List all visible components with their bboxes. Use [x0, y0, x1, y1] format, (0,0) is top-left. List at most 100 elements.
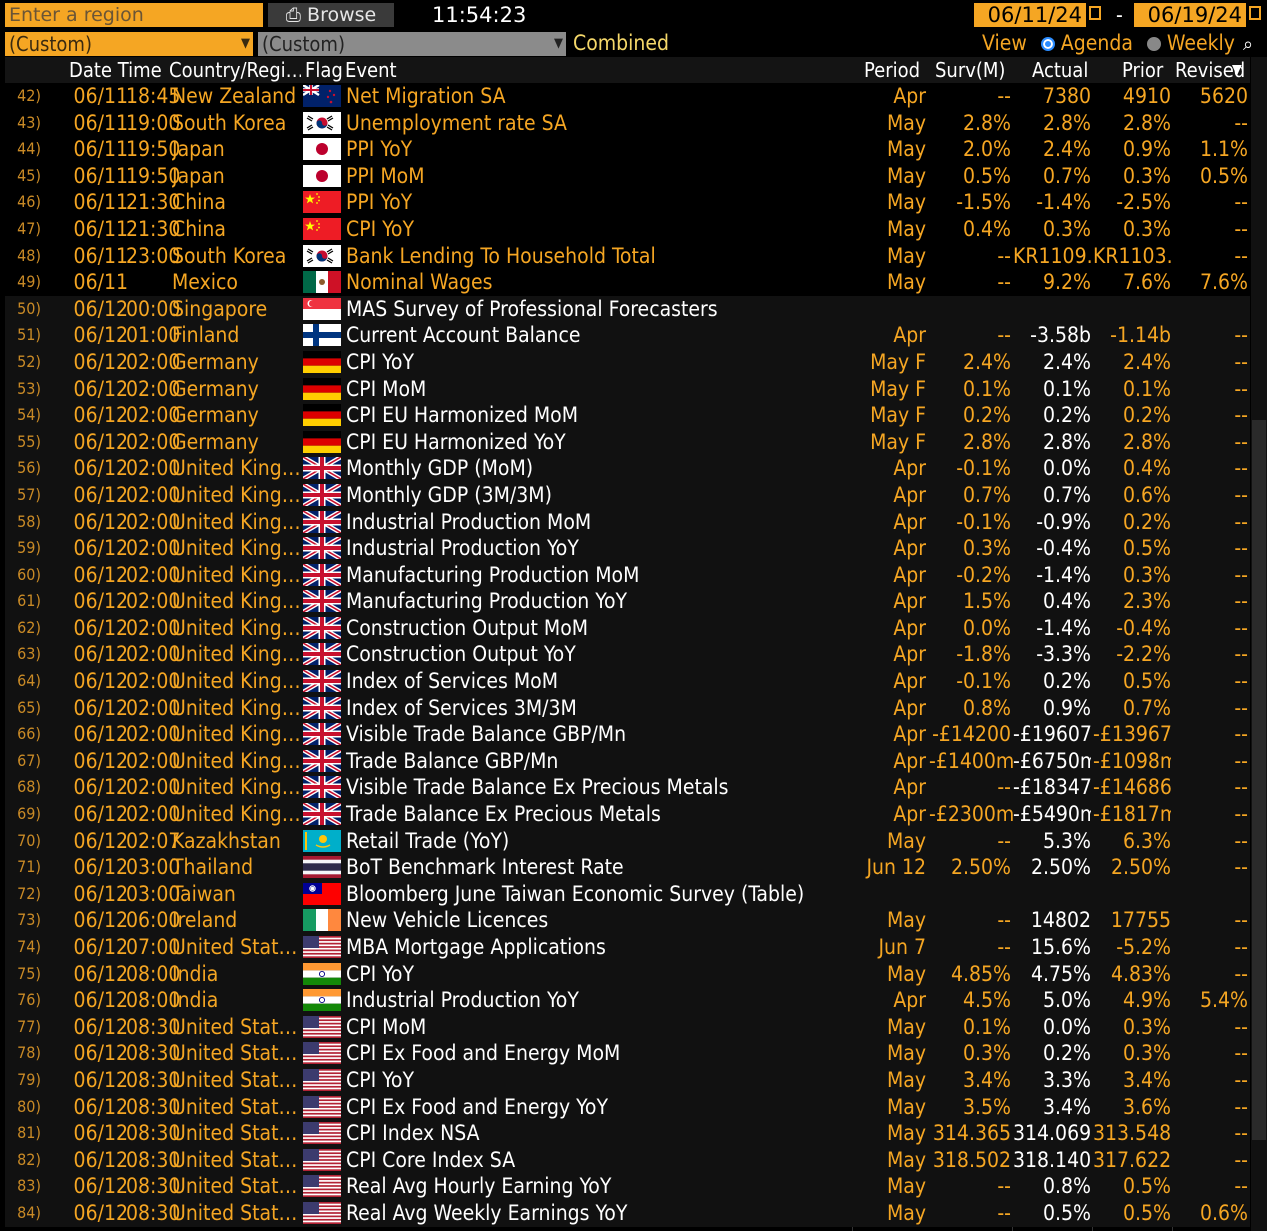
event-name[interactable]: CPI YoY	[346, 216, 414, 243]
col-date-time[interactable]: Date Time	[69, 57, 162, 83]
col-actual[interactable]: Actual	[1032, 57, 1088, 83]
col-period[interactable]: Period	[864, 57, 920, 83]
col-flag[interactable]: Flag	[305, 57, 343, 83]
event-name[interactable]: Manufacturing Production YoY	[346, 588, 627, 615]
table-row[interactable]: 70) 06/12 02:07 Kazakhstan Retail Trade (YoY…	[5, 827, 1250, 855]
browse-button[interactable]: ⎙ Browse	[268, 3, 394, 27]
region-search-input[interactable]	[5, 3, 263, 27]
event-name[interactable]: Industrial Production YoY	[346, 535, 579, 562]
event-name[interactable]: CPI YoY	[346, 1067, 414, 1094]
event-name[interactable]: PPI YoY	[346, 189, 412, 216]
table-row[interactable]: 69) 06/12 02:00 United King… Trade Balance E…	[5, 801, 1250, 828]
event-name[interactable]: Nominal Wages	[346, 269, 493, 296]
event-name[interactable]: CPI Ex Food and Energy YoY	[346, 1094, 608, 1121]
table-row[interactable]: 55) 06/12 02:00 Germany CPI EU Harmonized Yo…	[5, 428, 1250, 456]
event-name[interactable]: Industrial Production YoY	[346, 987, 579, 1014]
event-name[interactable]: CPI MoM	[346, 1014, 426, 1041]
scrollbar-thumb[interactable]	[1252, 420, 1266, 1140]
table-row[interactable]: 49) 06/11 Mexico Nominal Wages May -- 9.2% 7.6%…	[5, 269, 1250, 296]
event-name[interactable]: Unemployment rate SA	[346, 110, 567, 137]
weekly-radio[interactable]	[1146, 36, 1161, 51]
col-prior[interactable]: Prior	[1122, 57, 1163, 83]
table-row[interactable]: 46) 06/11 21:30 China PPI YoY May -1.5% -1.4% -2…	[5, 189, 1250, 216]
event-name[interactable]: CPI Core Index SA	[346, 1147, 515, 1174]
table-row[interactable]: 81) 06/12 08:30 United Stat… CPI Index NSA Ma…	[5, 1120, 1250, 1147]
event-name[interactable]: CPI EU Harmonized YoY	[346, 429, 566, 456]
table-row[interactable]: 73) 06/12 06:00 Ireland New Vehicle Licences…	[5, 907, 1250, 934]
event-name[interactable]: Bloomberg June Taiwan Economic Survey (T…	[346, 881, 804, 908]
col-surv[interactable]: Surv(M)	[935, 57, 1005, 83]
table-row[interactable]: 64) 06/12 02:00 United King… Index of Servic…	[5, 668, 1250, 695]
agenda-label[interactable]: Agenda	[1061, 31, 1133, 55]
event-name[interactable]: Net Migration SA	[346, 83, 506, 110]
event-name[interactable]: Current Account Balance	[346, 322, 580, 349]
table-row[interactable]: 71) 06/12 03:00 Thailand BoT Benchmark Inter…	[5, 854, 1250, 881]
table-row[interactable]: 56) 06/12 02:00 United King… Monthly GDP (Mo…	[5, 455, 1250, 482]
table-row[interactable]: 50) 06/12 00:00 Singapore MAS Survey of Prof…	[5, 295, 1250, 323]
event-name[interactable]: Industrial Production MoM	[346, 509, 591, 536]
table-row[interactable]: 76) 06/12 08:00 India Industrial Production …	[5, 987, 1250, 1014]
col-country[interactable]: Country/Regi…	[169, 57, 301, 83]
event-filter-select[interactable]: (Custom) ▼	[258, 32, 566, 56]
calendar-icon[interactable]	[1089, 6, 1101, 20]
table-row[interactable]: 77) 06/12 08:30 United Stat… CPI MoM May 0.1% 0…	[5, 1013, 1250, 1041]
table-row[interactable]: 43) 06/11 19:00 South Korea Unemployment rat…	[5, 109, 1250, 137]
table-row[interactable]: 63) 06/12 02:00 United King… Construction Ou…	[5, 641, 1250, 669]
event-name[interactable]: MBA Mortgage Applications	[346, 934, 606, 961]
table-row[interactable]: 62) 06/12 02:00 United King… Construction Ou…	[5, 614, 1250, 642]
table-row[interactable]: 80) 06/12 08:30 United Stat… CPI Ex Food and…	[5, 1093, 1250, 1121]
calendar-icon[interactable]	[1249, 6, 1261, 20]
table-row[interactable]: 79) 06/12 08:30 United Stat… CPI YoY May 3.4% 3…	[5, 1066, 1250, 1094]
table-row[interactable]: 65) 06/12 02:00 United King… Index of Servic…	[5, 694, 1250, 722]
event-name[interactable]: Retail Trade (YoY)	[346, 828, 509, 855]
table-row[interactable]: 60) 06/12 02:00 United King… Manufacturing P…	[5, 561, 1250, 589]
event-name[interactable]: CPI Index NSA	[346, 1120, 480, 1147]
end-date-field[interactable]: 06/19/24	[1134, 3, 1246, 27]
table-row[interactable]: 57) 06/12 02:00 United King… Monthly GDP (3M…	[5, 481, 1250, 509]
event-name[interactable]: Monthly GDP (MoM)	[346, 455, 533, 482]
table-row[interactable]: 59) 06/12 02:00 United King… Industrial Prod…	[5, 535, 1250, 562]
event-name[interactable]: MAS Survey of Professional Forecasters	[346, 296, 718, 323]
event-name[interactable]: Visible Trade Balance Ex Precious Metals	[346, 774, 729, 801]
table-row[interactable]: 68) 06/12 02:00 United King… Visible Trade B…	[5, 774, 1250, 802]
event-name[interactable]: CPI YoY	[346, 961, 414, 988]
event-name[interactable]: Real Avg Weekly Earnings YoY	[346, 1200, 627, 1227]
event-name[interactable]: CPI MoM	[346, 376, 426, 403]
table-row[interactable]: 42) 06/11 18:45 New Zealand Net Migration SA…	[5, 83, 1250, 110]
event-name[interactable]: Construction Output YoY	[346, 641, 576, 668]
event-name[interactable]: Trade Balance Ex Precious Metals	[346, 801, 661, 828]
table-row[interactable]: 52) 06/12 02:00 Germany CPI YoY May F 2.4% 2.4%…	[5, 348, 1250, 376]
zoom-icon[interactable]: ⌕	[1243, 34, 1253, 55]
event-name[interactable]: CPI Ex Food and Energy MoM	[346, 1040, 620, 1067]
event-name[interactable]: Index of Services MoM	[346, 668, 558, 695]
event-name[interactable]: New Vehicle Licences	[346, 907, 548, 934]
table-row[interactable]: 58) 06/12 02:00 United King… Industrial Prod…	[5, 508, 1250, 536]
table-row[interactable]: 84) 06/12 08:30 United Stat… Real Avg Weekly…	[5, 1199, 1250, 1227]
country-filter-select[interactable]: (Custom) ▼	[5, 32, 253, 56]
table-row[interactable]: 54) 06/12 02:00 Germany CPI EU Harmonized Mo…	[5, 402, 1250, 429]
start-date-field[interactable]: 06/11/24	[974, 3, 1086, 27]
col-event[interactable]: Event	[345, 57, 397, 83]
table-row[interactable]: 66) 06/12 02:00 United King… Visible Trade B…	[5, 721, 1250, 748]
event-name[interactable]: CPI EU Harmonized MoM	[346, 402, 578, 429]
table-row[interactable]: 51) 06/12 01:00 Finland Current Account Bala…	[5, 322, 1250, 349]
table-row[interactable]: 47) 06/11 21:30 China CPI YoY May 0.4% 0.3% 0.3%…	[5, 215, 1250, 243]
table-row[interactable]: 48) 06/11 23:00 South Korea Bank Lending To …	[5, 242, 1250, 270]
table-row[interactable]: 53) 06/12 02:00 Germany CPI MoM May F 0.1% 0.1%…	[5, 375, 1250, 403]
table-row[interactable]: 61) 06/12 02:00 United King… Manufacturing P…	[5, 588, 1250, 615]
weekly-label[interactable]: Weekly	[1167, 31, 1235, 55]
table-row[interactable]: 67) 06/12 02:00 United King… Trade Balance G…	[5, 747, 1250, 775]
event-name[interactable]: CPI YoY	[346, 349, 414, 376]
event-name[interactable]: Bank Lending To Household Total	[346, 243, 656, 270]
table-row[interactable]: 44) 06/11 19:50 Japan PPI YoY May 2.0% 2.4% 0.9%…	[5, 136, 1250, 163]
event-name[interactable]: BoT Benchmark Interest Rate	[346, 854, 624, 881]
table-row[interactable]: 83) 06/12 08:30 United Stat… Real Avg Hourly…	[5, 1173, 1250, 1200]
event-name[interactable]: PPI MoM	[346, 163, 425, 190]
event-name[interactable]: Real Avg Hourly Earning YoY	[346, 1173, 611, 1200]
table-row[interactable]: 82) 06/12 08:30 United Stat… CPI Core Index …	[5, 1146, 1250, 1174]
table-row[interactable]: 72) 06/12 03:00 Taiwan Bloomberg June Taiwan…	[5, 880, 1250, 908]
event-name[interactable]: Manufacturing Production MoM	[346, 562, 639, 589]
event-name[interactable]: Construction Output MoM	[346, 615, 588, 642]
table-row[interactable]: 78) 06/12 08:30 United Stat… CPI Ex Food and…	[5, 1040, 1250, 1067]
table-row[interactable]: 74) 06/12 07:00 United Stat… MBA Mortgage Ap…	[5, 934, 1250, 961]
